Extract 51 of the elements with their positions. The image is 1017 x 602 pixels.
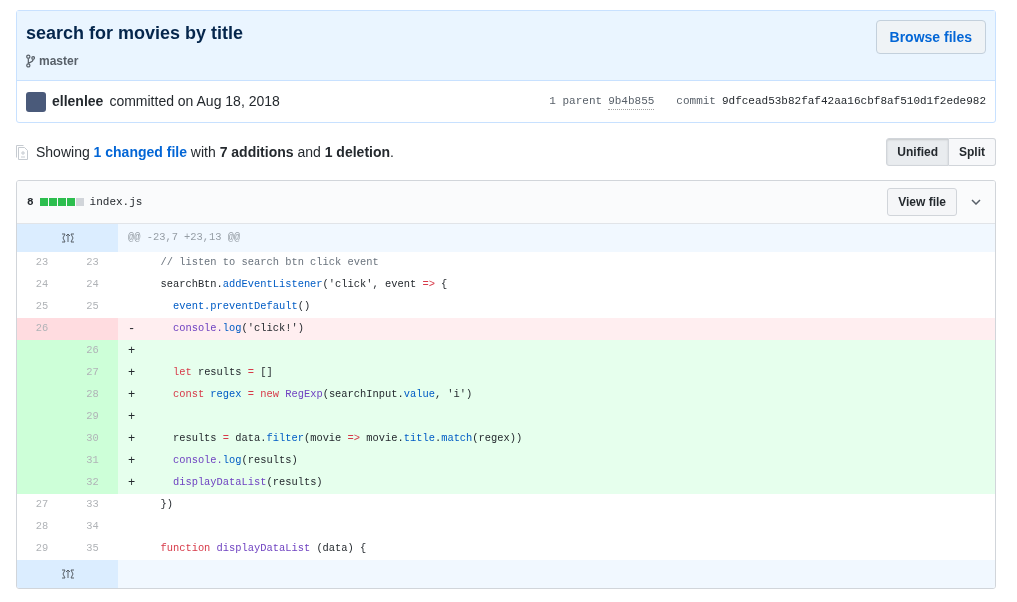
commit-sha: 9dfcead53b82faf42aa16cbf8af510d1f2ede982 xyxy=(721,94,986,110)
file-name: index.js xyxy=(89,194,143,210)
diff-marker: + xyxy=(128,366,136,380)
branch-name: master xyxy=(39,53,79,70)
parent-label: 1 parent xyxy=(549,94,603,110)
file-diff-icon xyxy=(16,144,28,160)
view-mode-tab[interactable]: Unified xyxy=(886,138,949,166)
code-line: console.log('click!') xyxy=(171,321,304,337)
diff-summary: Showing 1 changed file with 7 additions and 1 deletion. xyxy=(36,142,394,162)
change-count: 8 xyxy=(27,194,34,210)
chevron-down-icon[interactable] xyxy=(971,199,981,205)
code-line: searchBtn.addEventListener('click', event => { xyxy=(159,277,448,293)
code-line: console.log(results) xyxy=(171,453,298,469)
unfold-icon[interactable] xyxy=(60,233,75,243)
commit-title: search for movies by title xyxy=(26,22,244,45)
code-line: results = data.filter(movie => movie.title.match(regex)) xyxy=(171,431,523,447)
code-line: }) xyxy=(159,497,173,513)
code-line: function displayDataList (data) { xyxy=(159,541,367,557)
view-mode-tab[interactable]: Split xyxy=(949,138,996,166)
avatar xyxy=(26,91,46,112)
code-line: const regex = new RegExp(searchInput.value, 'i') xyxy=(171,387,473,403)
changed-file-link[interactable]: 1 changed file xyxy=(93,143,187,160)
line-number-cell: 30 xyxy=(67,428,118,450)
line-number-cell xyxy=(67,318,118,340)
code-line: displayDataList(results) xyxy=(171,475,323,491)
diff-marker: - xyxy=(128,322,136,336)
line-number-cell: 27 xyxy=(67,362,118,384)
line-number-cell: 26 xyxy=(17,318,67,340)
code-line: event.preventDefault() xyxy=(171,299,311,315)
commit-date: committed on Aug 18, 2018 xyxy=(109,92,280,111)
browse-files-button[interactable]: Browse files xyxy=(875,20,986,54)
hunk-header: @@ -23,7 +23,13 @@ xyxy=(128,230,241,246)
line-number-cell: 32 xyxy=(67,472,118,494)
diff-marker: + xyxy=(128,432,136,446)
commit-label: commit xyxy=(676,94,716,110)
unfold-icon[interactable] xyxy=(60,569,75,579)
line-number-cell: 26 xyxy=(67,340,118,362)
diff-marker: + xyxy=(128,454,136,468)
line-number-cell: 31 xyxy=(67,450,118,472)
code-line: // listen to search btn click event xyxy=(159,255,379,271)
code-line: let results = [] xyxy=(171,365,273,381)
author-name[interactable]: ellenlee xyxy=(52,91,104,112)
diff-marker: + xyxy=(128,344,136,358)
parent-sha-link[interactable]: 9b4b855 xyxy=(608,92,655,111)
branch-icon xyxy=(26,54,35,68)
diff-marker: + xyxy=(128,388,136,402)
diff-marker: + xyxy=(128,410,136,424)
view-file-button[interactable]: View file xyxy=(887,188,957,216)
diff-marker: + xyxy=(128,476,136,490)
line-number-cell: 28 xyxy=(67,384,118,406)
line-number-cell: 29 xyxy=(67,406,118,428)
